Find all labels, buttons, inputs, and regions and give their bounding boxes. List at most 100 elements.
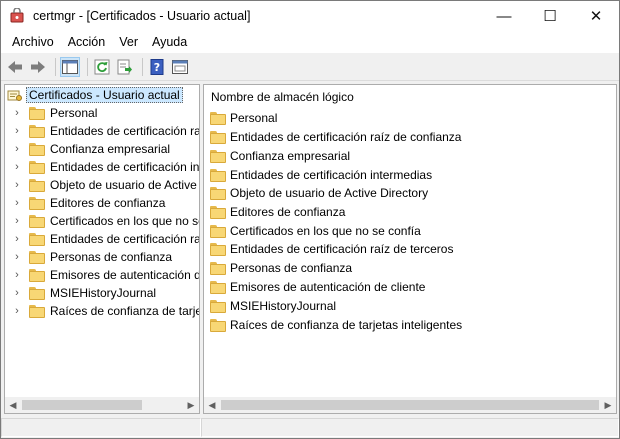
status-bar bbox=[1, 417, 619, 438]
tree-item-raiz-terceros[interactable]: › Entidades de certificación raíz bbox=[5, 230, 199, 248]
list-item[interactable]: Entidades de certificación intermedias bbox=[208, 166, 432, 184]
chevron-right-icon[interactable]: › bbox=[11, 251, 23, 263]
tree-item-label: MSIEHistoryJournal bbox=[50, 286, 157, 300]
console-tree: Certificados - Usuario actual › Personal … bbox=[5, 85, 199, 397]
list-item[interactable]: Raíces de confianza de tarjetas intelige… bbox=[208, 316, 462, 334]
tree-item-emisores-autenticacion[interactable]: › Emisores de autenticación de bbox=[5, 266, 200, 284]
maximize-button[interactable]: ☐ bbox=[527, 1, 573, 31]
chevron-right-icon[interactable]: › bbox=[11, 179, 23, 191]
folder-icon bbox=[210, 111, 226, 125]
folder-icon bbox=[29, 250, 45, 264]
chevron-right-icon[interactable]: › bbox=[11, 161, 23, 173]
chevron-right-icon[interactable]: › bbox=[11, 215, 23, 227]
chevron-right-icon[interactable]: › bbox=[11, 107, 23, 119]
scroll-left-icon[interactable]: ◀ bbox=[5, 397, 21, 413]
folder-icon bbox=[29, 106, 45, 120]
tree-item-label: Personas de confianza bbox=[50, 250, 173, 264]
list-item[interactable]: Confianza empresarial bbox=[208, 147, 350, 165]
folder-icon bbox=[210, 318, 226, 332]
menu-archivo[interactable]: Archivo bbox=[5, 32, 61, 52]
tree-item-active-directory[interactable]: › Objeto de usuario de Active D bbox=[5, 176, 200, 194]
certificates-store-icon bbox=[7, 90, 22, 101]
menu-ver[interactable]: Ver bbox=[112, 32, 145, 52]
forward-button[interactable] bbox=[28, 57, 48, 77]
folder-icon bbox=[29, 178, 45, 192]
tree-item-label: Objeto de usuario de Active D bbox=[50, 178, 200, 192]
list-item[interactable]: Personal bbox=[208, 109, 277, 127]
chevron-right-icon[interactable]: › bbox=[11, 197, 23, 209]
certificate-app-icon bbox=[9, 7, 25, 24]
list-horizontal-scrollbar[interactable]: ◀ ▶ bbox=[204, 397, 616, 413]
folder-icon bbox=[210, 242, 226, 256]
svg-text:?: ? bbox=[154, 61, 160, 74]
refresh-button[interactable] bbox=[92, 57, 112, 77]
list-item-label: Editores de confianza bbox=[230, 205, 346, 219]
folder-icon bbox=[210, 280, 226, 294]
tree-item-tarjetas-inteligentes[interactable]: › Raíces de confianza de tarjetas bbox=[5, 302, 199, 320]
scroll-left-icon[interactable]: ◀ bbox=[204, 397, 220, 413]
chevron-right-icon[interactable]: › bbox=[11, 233, 23, 245]
back-button[interactable] bbox=[5, 57, 25, 77]
back-icon bbox=[8, 60, 22, 73]
status-cell bbox=[1, 418, 201, 437]
list-item[interactable]: Editores de confianza bbox=[208, 203, 345, 221]
list-item-label: Entidades de certificación raíz de terce… bbox=[230, 242, 454, 256]
tree-item-personal[interactable]: › Personal bbox=[5, 104, 97, 122]
scroll-right-icon[interactable]: ▶ bbox=[183, 397, 199, 413]
tree-item-msie-history[interactable]: › MSIEHistoryJournal bbox=[5, 284, 156, 302]
help-icon: ? bbox=[150, 58, 164, 75]
tree-root-certificados[interactable]: Certificados - Usuario actual bbox=[7, 86, 183, 104]
properties-button[interactable] bbox=[170, 57, 190, 77]
close-button[interactable]: ✕ bbox=[573, 1, 619, 31]
list-item[interactable]: Entidades de certificación raíz de confi… bbox=[208, 128, 461, 146]
forward-icon bbox=[31, 60, 45, 73]
folder-icon bbox=[29, 232, 45, 246]
menu-accion[interactable]: Acción bbox=[61, 32, 113, 52]
scrollbar-thumb[interactable] bbox=[22, 400, 142, 410]
tree-item-confianza-empresarial[interactable]: › Confianza empresarial bbox=[5, 140, 170, 158]
chevron-right-icon[interactable]: › bbox=[11, 269, 23, 281]
scroll-right-icon[interactable]: ▶ bbox=[600, 397, 616, 413]
tree-item-entidades-intermedias[interactable]: › Entidades de certificación int bbox=[5, 158, 200, 176]
tree-item-label: Emisores de autenticación de bbox=[50, 268, 200, 282]
help-button[interactable]: ? bbox=[147, 57, 167, 77]
list-item-label: Entidades de certificación intermedias bbox=[230, 168, 433, 182]
list-item[interactable]: Objeto de usuario de Active Directory bbox=[208, 184, 428, 202]
tree-item-editores-confianza[interactable]: › Editores de confianza bbox=[5, 194, 165, 212]
tree-horizontal-scrollbar[interactable]: ◀ ▶ bbox=[5, 397, 199, 413]
folder-icon bbox=[210, 299, 226, 313]
list-item[interactable]: Emisores de autenticación de cliente bbox=[208, 278, 425, 296]
tree-item-entidades-raiz-confianza[interactable]: › Entidades de certificación raíz bbox=[5, 122, 199, 140]
scrollbar-thumb[interactable] bbox=[221, 400, 599, 410]
list-item[interactable]: Certificados en los que no se confía bbox=[208, 222, 421, 240]
tree-item-no-confia[interactable]: › Certificados en los que no se bbox=[5, 212, 199, 230]
export-list-button[interactable] bbox=[115, 57, 135, 77]
tree-item-label: Entidades de certificación int bbox=[50, 160, 200, 174]
list-item[interactable]: Entidades de certificación raíz de terce… bbox=[208, 240, 453, 258]
chevron-right-icon[interactable]: › bbox=[11, 305, 23, 317]
list-item-label: MSIEHistoryJournal bbox=[230, 299, 337, 313]
show-console-tree-button[interactable] bbox=[60, 56, 80, 77]
toolbar-separator bbox=[142, 57, 143, 76]
console-tree-pane: Certificados - Usuario actual › Personal … bbox=[4, 84, 200, 414]
folder-icon bbox=[29, 196, 45, 210]
tree-item-label: Confianza empresarial bbox=[50, 142, 171, 156]
folder-icon bbox=[210, 205, 226, 219]
minimize-button[interactable]: — bbox=[481, 1, 527, 31]
tree-item-personas-confianza[interactable]: › Personas de confianza bbox=[5, 248, 172, 266]
folder-icon bbox=[210, 186, 226, 200]
title-bar[interactable]: certmgr - [Certificados - Usuario actual… bbox=[1, 1, 619, 31]
folder-icon bbox=[210, 168, 226, 182]
menu-ayuda[interactable]: Ayuda bbox=[145, 32, 194, 52]
list-item-label: Personal bbox=[230, 111, 278, 125]
chevron-right-icon[interactable]: › bbox=[11, 143, 23, 155]
folder-icon bbox=[29, 142, 45, 156]
tree-item-label: Editores de confianza bbox=[50, 196, 166, 210]
folder-icon bbox=[29, 160, 45, 174]
list-item[interactable]: Personas de confianza bbox=[208, 259, 352, 277]
toolbar-separator bbox=[87, 57, 88, 76]
chevron-right-icon[interactable]: › bbox=[11, 125, 23, 137]
column-header-nombre[interactable]: Nombre de almacén lógico bbox=[211, 90, 354, 104]
chevron-right-icon[interactable]: › bbox=[11, 287, 23, 299]
list-item[interactable]: MSIEHistoryJournal bbox=[208, 297, 336, 315]
